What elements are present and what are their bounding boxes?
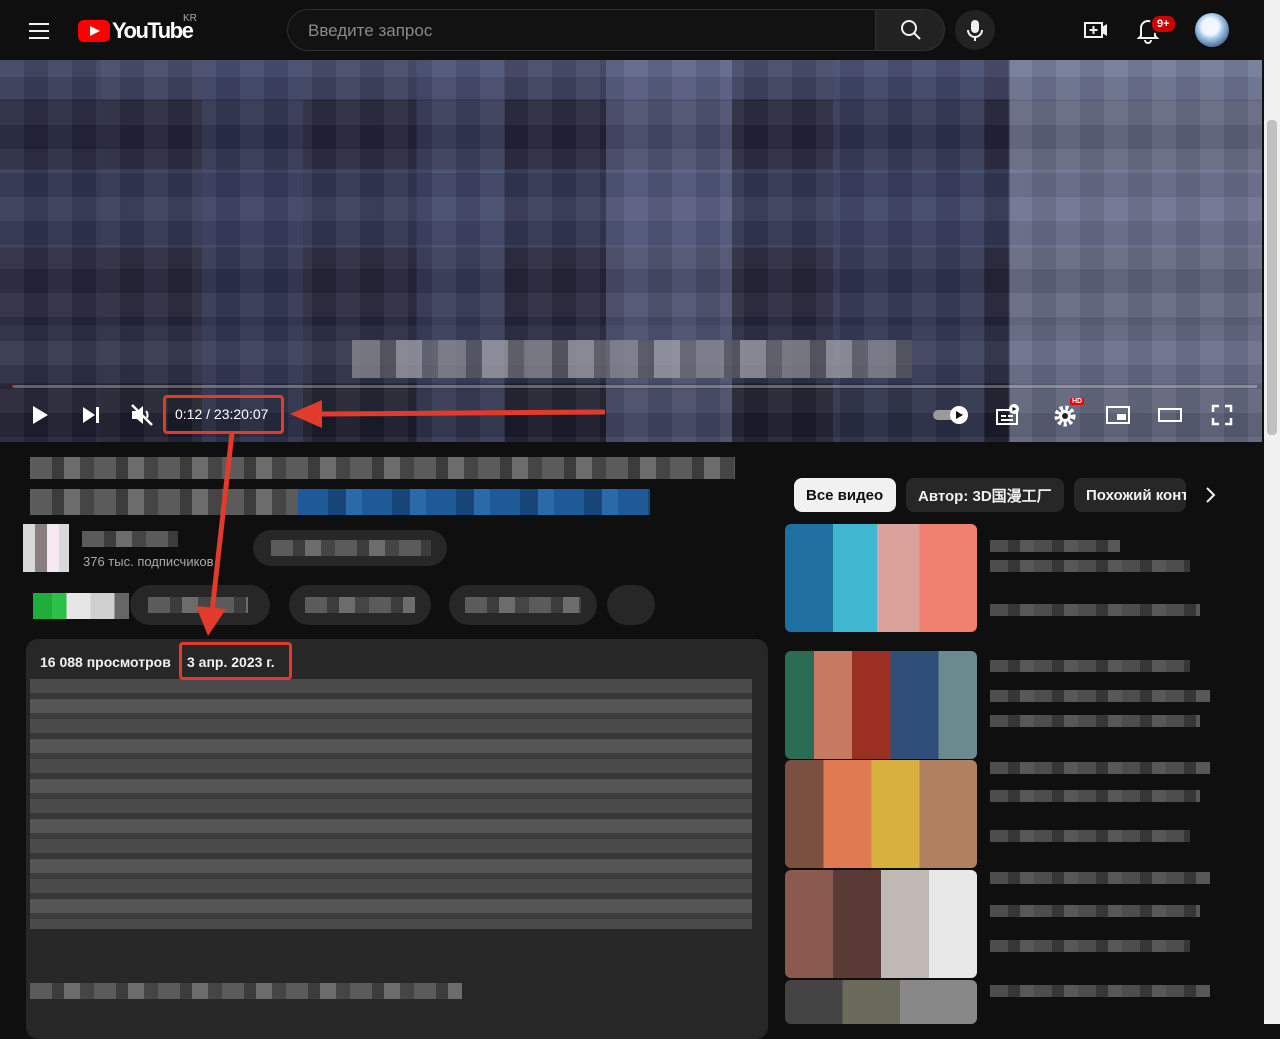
youtube-logo[interactable]: YouTube	[78, 18, 194, 44]
arrow-to-upload-date	[209, 432, 235, 613]
video-add-icon	[1084, 22, 1107, 38]
annotation-arrows	[196, 400, 606, 636]
search-input[interactable]	[306, 10, 870, 52]
search-button[interactable]	[875, 9, 945, 51]
logo-text: YouTube	[112, 18, 194, 43]
voice-search-button[interactable]	[955, 10, 995, 50]
youtube-play-logo-icon	[78, 20, 110, 42]
search-box	[287, 9, 875, 52]
notification-count-badge: 9+	[1150, 14, 1177, 34]
menu-icon[interactable]	[22, 14, 56, 48]
account-avatar[interactable]	[1195, 13, 1229, 47]
arrow-to-time-display	[319, 409, 606, 417]
arrow-head-down	[196, 606, 226, 636]
arrow-head-left	[290, 400, 322, 428]
microphone-icon	[967, 20, 983, 41]
search-icon	[901, 20, 921, 40]
region-code: KR	[183, 13, 197, 24]
masthead: YouTube KR 9+	[0, 0, 1264, 60]
create-video-button[interactable]	[1080, 14, 1112, 46]
